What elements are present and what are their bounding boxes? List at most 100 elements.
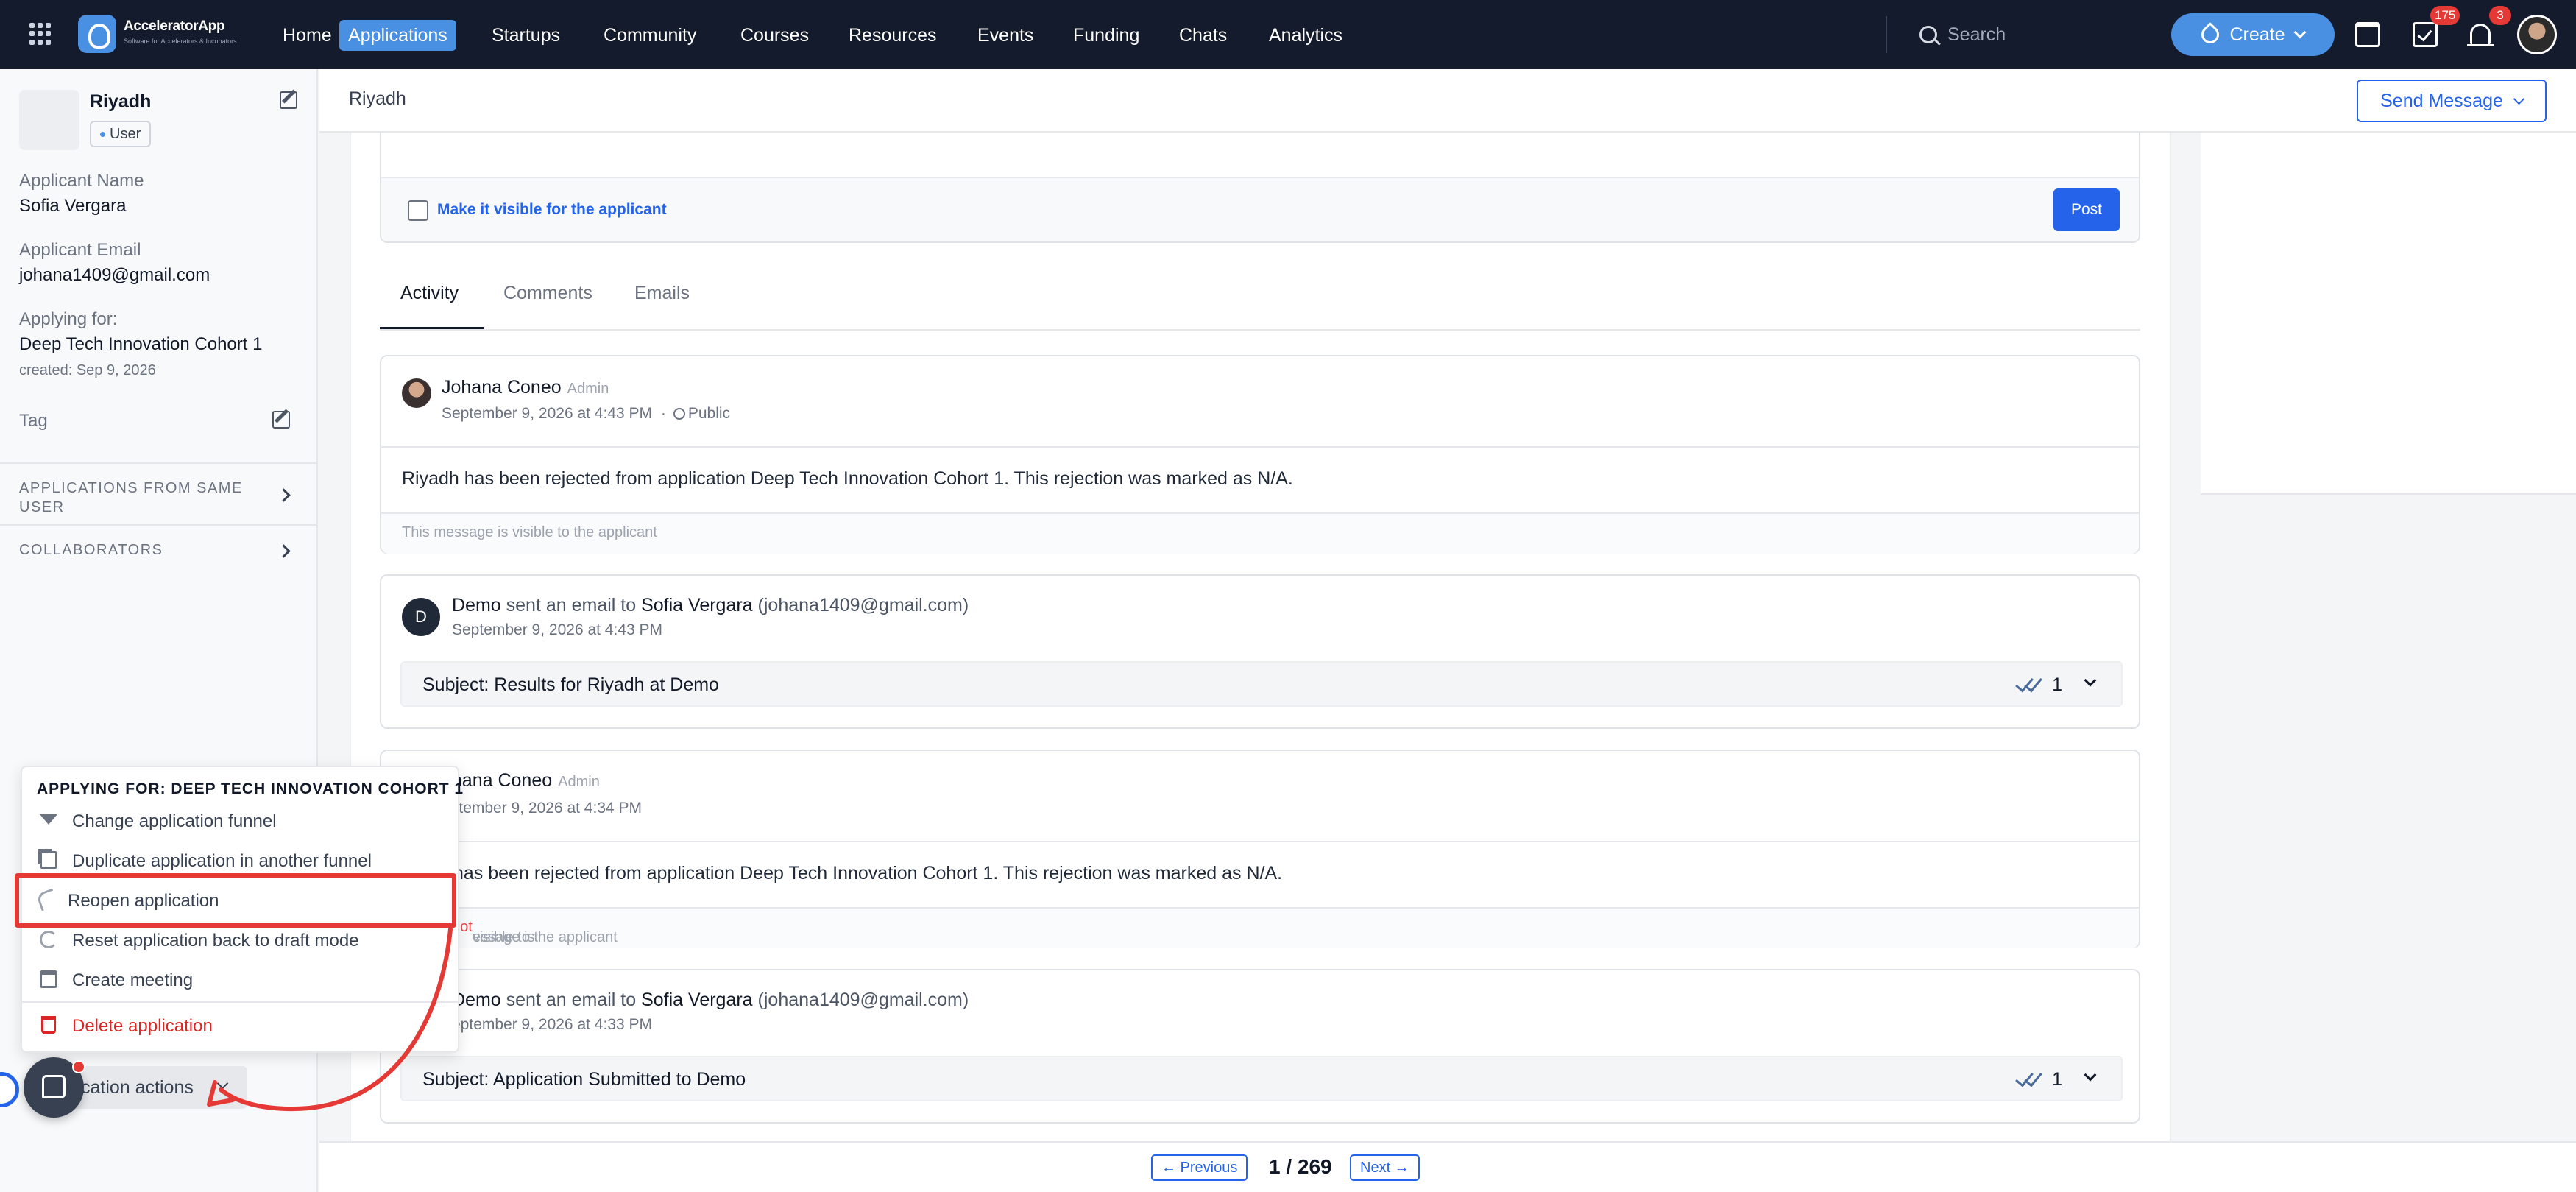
menu-item-label: Create meeting bbox=[72, 970, 194, 990]
chat-bubble-icon bbox=[42, 1075, 66, 1098]
section-title-line1: APPLICATIONS FROM SAME bbox=[19, 480, 243, 496]
author-avatar bbox=[402, 378, 431, 408]
tab-comments[interactable]: Comments bbox=[503, 283, 592, 304]
send-message-button[interactable]: Send Message bbox=[2357, 80, 2547, 122]
reopen-highlight-annotation bbox=[15, 873, 456, 928]
activity-body: Riyadh has been rejected from applicatio… bbox=[402, 468, 1293, 489]
activity-timestamp: eptember 9, 2026 at 4:34 PM bbox=[442, 800, 643, 817]
create-label: Create bbox=[2229, 24, 2285, 45]
visibility-note: This message is visible to the applicant bbox=[402, 524, 657, 540]
nav-startups[interactable]: Startups bbox=[483, 20, 569, 51]
visibility-note-post: visible to the applicant bbox=[473, 929, 618, 945]
previous-button[interactable]: ← Previous bbox=[1151, 1154, 1248, 1181]
nav-funding[interactable]: Funding bbox=[1064, 20, 1148, 51]
next-button[interactable]: Next → bbox=[1350, 1154, 1420, 1181]
menu-item-change-funnel[interactable]: Change application funnel bbox=[22, 801, 458, 841]
menu-item-label: Change application funnel bbox=[72, 811, 277, 831]
author-role: Admin bbox=[558, 774, 600, 790]
reset-icon bbox=[40, 931, 57, 948]
activity-divider bbox=[381, 446, 2139, 448]
email-subject-row[interactable]: Subject: Results for Riyadh at Demo 1 bbox=[400, 661, 2123, 707]
role-pill-label: User bbox=[110, 126, 141, 142]
search-input[interactable] bbox=[1947, 24, 2124, 46]
email-recipient-address: (johana1409@gmail.com) bbox=[757, 990, 969, 1010]
post-button[interactable]: Post bbox=[2053, 188, 2120, 231]
activity-item: ohana Coneo Admin eptember 9, 2026 at 4:3… bbox=[380, 750, 2140, 948]
app-grid-icon[interactable] bbox=[29, 23, 52, 45]
activity-body: has been rejected from application Deep … bbox=[453, 863, 1283, 884]
collaborators-title: COLLABORATORS bbox=[19, 542, 163, 558]
created-date: created: Sep 9, 2026 bbox=[19, 362, 156, 378]
search-icon bbox=[1919, 26, 1937, 43]
tab-activity[interactable]: Activity bbox=[400, 283, 459, 304]
sender-avatar: D bbox=[402, 598, 440, 636]
logo-mark-icon bbox=[78, 15, 116, 53]
nav-analytics[interactable]: Analytics bbox=[1260, 20, 1351, 51]
chevron-down-icon bbox=[2513, 93, 2525, 105]
send-message-label: Send Message bbox=[2380, 90, 2503, 111]
menu-item-label: Duplicate application in another funnel bbox=[72, 851, 372, 871]
visible-to-applicant-checkbox[interactable] bbox=[408, 200, 428, 221]
nav-chats[interactable]: Chats bbox=[1170, 20, 1236, 51]
email-subject-row[interactable]: Subject: Application Submitted to Demo 1 bbox=[400, 1056, 2123, 1101]
tasks-badge: 175 bbox=[2430, 6, 2460, 25]
nav-applications[interactable]: Applications bbox=[339, 20, 456, 51]
pagination: ← Previous 1 / 269 Next → bbox=[319, 1141, 2576, 1192]
app-logo[interactable]: AcceleratorApp Software for Accelerators… bbox=[78, 15, 237, 53]
activity-timestamp: eptember 9, 2026 at 4:33 PM bbox=[452, 1016, 653, 1033]
email-recipient: Sofia Vergara bbox=[641, 595, 753, 616]
nav-home[interactable]: Home bbox=[274, 20, 341, 51]
edit-profile-icon[interactable] bbox=[280, 91, 297, 109]
menu-header: APPLYING FOR: DEEP TECH INNOVATION COHOR… bbox=[37, 780, 464, 797]
section-title-line2: USER bbox=[19, 499, 65, 515]
activity-divider bbox=[381, 841, 2139, 842]
nav-courses[interactable]: Courses bbox=[732, 20, 818, 51]
breadcrumb[interactable]: Riyadh bbox=[349, 88, 406, 110]
logo-tagline: Software for Accelerators & Incubators bbox=[124, 38, 237, 45]
menu-divider bbox=[22, 1001, 458, 1003]
rocket-icon bbox=[2198, 22, 2223, 47]
role-pill: User bbox=[90, 121, 152, 147]
activity-item: Johana Coneo Admin September 9, 2026 at 4… bbox=[380, 355, 2140, 554]
activity-footer: This message is visible to the applicant bbox=[381, 514, 2139, 554]
menu-item-create-meeting[interactable]: Create meeting bbox=[22, 960, 458, 1000]
menu-item-delete[interactable]: Delete application bbox=[22, 1006, 458, 1045]
bell-icon[interactable] bbox=[2467, 24, 2494, 46]
email-sender: Demo bbox=[452, 990, 501, 1010]
role-dot-icon bbox=[100, 131, 105, 137]
chevron-down-icon[interactable] bbox=[2084, 674, 2097, 687]
email-verb: sent an email to bbox=[506, 595, 637, 616]
email-verb: sent an email to bbox=[506, 990, 637, 1010]
tab-emails[interactable]: Emails bbox=[634, 283, 690, 304]
applicant-email: johana1409@gmail.com bbox=[19, 265, 210, 285]
applications-from-same-user-section[interactable]: APPLICATIONS FROM SAME USER bbox=[0, 462, 316, 524]
notifications-badge: 3 bbox=[2489, 6, 2511, 25]
email-summary: Demo sent an email to Sofia Vergara (joh… bbox=[452, 990, 969, 1011]
read-count: 1 bbox=[2052, 674, 2062, 695]
calendar-icon[interactable] bbox=[2355, 22, 2380, 47]
email-summary: Demo sent an email to Sofia Vergara (joh… bbox=[452, 595, 969, 616]
activity-footer: essage is not visible to the applicant bbox=[381, 909, 2139, 948]
edit-tag-icon[interactable] bbox=[272, 411, 290, 429]
activity-timestamp: September 9, 2026 at 4:43 PM bbox=[442, 405, 653, 422]
user-avatar[interactable] bbox=[2517, 15, 2557, 54]
nav-community[interactable]: Community bbox=[595, 20, 705, 51]
funnel-icon bbox=[40, 814, 57, 825]
double-check-icon bbox=[2015, 1068, 2043, 1088]
double-check-icon bbox=[2015, 673, 2043, 694]
tasks-icon[interactable] bbox=[2413, 22, 2438, 47]
nav-resources[interactable]: Resources bbox=[840, 20, 946, 51]
visible-to-applicant-label[interactable]: Make it visible for the applicant bbox=[437, 201, 667, 219]
nav-divider bbox=[1886, 16, 1887, 53]
composer-footer: Make it visible for the applicant Post bbox=[381, 178, 2139, 241]
activity-author: ohana Coneo Admin bbox=[442, 770, 600, 791]
menu-item-label: Reset application back to draft mode bbox=[72, 931, 359, 951]
read-count: 1 bbox=[2052, 1069, 2062, 1090]
email-subject: Subject: Application Submitted to Demo bbox=[422, 1069, 746, 1090]
collaborators-section[interactable]: COLLABORATORS bbox=[0, 524, 316, 576]
create-button[interactable]: Create bbox=[2171, 13, 2335, 56]
page-header: Riyadh Send Message bbox=[319, 69, 2576, 133]
nav-events[interactable]: Events bbox=[969, 20, 1042, 51]
email-sender: Demo bbox=[452, 595, 501, 616]
chevron-down-icon[interactable] bbox=[2084, 1068, 2097, 1082]
